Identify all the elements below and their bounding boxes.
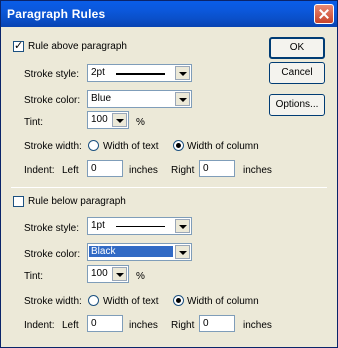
above-stroke-style-value: 2pt	[91, 67, 105, 78]
chevron-down-icon[interactable]	[175, 245, 190, 259]
above-tint-select[interactable]: 100	[87, 111, 129, 129]
above-tint-label: Tint:	[24, 117, 44, 128]
rule-above-checkbox[interactable]	[13, 39, 24, 52]
above-stroke-color-select[interactable]: Blue	[87, 90, 192, 108]
below-stroke-style-label: Stroke style:	[24, 223, 80, 234]
paragraph-rules-dialog: Paragraph Rules OK Cancel Options... Rul…	[0, 0, 338, 348]
below-tint-percent: %	[136, 271, 145, 282]
above-indent-left-value: 0	[91, 163, 97, 174]
below-stroke-style-value: 1pt	[91, 220, 105, 231]
below-stroke-style-select[interactable]: 1pt	[87, 217, 192, 235]
below-indent-label: Indent:	[24, 320, 55, 331]
rule-above-label[interactable]: Rule above paragraph	[28, 41, 127, 52]
window-title: Paragraph Rules	[7, 7, 106, 21]
below-width-of-text-radio[interactable]	[88, 295, 99, 306]
cancel-button[interactable]: Cancel	[269, 62, 325, 84]
chevron-down-icon[interactable]	[112, 113, 127, 127]
below-left-label: Left	[62, 320, 79, 331]
title-bar[interactable]: Paragraph Rules	[1, 1, 337, 27]
above-tint-percent: %	[136, 117, 145, 128]
below-stroke-color-select[interactable]: Black	[87, 243, 192, 261]
below-stroke-color-value: Black	[89, 246, 173, 257]
below-right-label: Right	[171, 320, 195, 331]
below-tint-select[interactable]: 100	[87, 265, 129, 283]
above-right-inches: inches	[243, 165, 272, 176]
close-icon[interactable]	[314, 4, 334, 24]
above-right-label: Right	[171, 165, 195, 176]
below-width-of-column-label[interactable]: Width of column	[187, 296, 259, 307]
above-indent-label: Indent:	[24, 165, 55, 176]
ok-button[interactable]: OK	[269, 37, 325, 59]
below-tint-value: 100	[91, 268, 108, 279]
above-indent-left-input[interactable]: 0	[87, 160, 123, 177]
above-tint-value: 100	[91, 114, 108, 125]
below-indent-right-value: 0	[203, 318, 209, 329]
below-indent-left-value: 0	[91, 318, 97, 329]
above-left-inches: inches	[129, 165, 158, 176]
stroke-preview-line	[116, 73, 165, 75]
chevron-down-icon[interactable]	[175, 92, 190, 106]
above-width-of-column-radio[interactable]	[173, 140, 184, 151]
below-stroke-color-label: Stroke color:	[24, 249, 81, 260]
above-width-of-text-label[interactable]: Width of text	[103, 141, 159, 152]
below-width-of-text-label[interactable]: Width of text	[103, 296, 159, 307]
stroke-preview-line	[116, 226, 165, 227]
below-width-of-column-radio[interactable]	[173, 295, 184, 306]
above-left-label: Left	[62, 165, 79, 176]
options-button[interactable]: Options...	[269, 94, 325, 116]
chevron-down-icon[interactable]	[112, 267, 127, 281]
above-width-of-column-label[interactable]: Width of column	[187, 141, 259, 152]
above-indent-right-value: 0	[203, 163, 209, 174]
above-stroke-style-label: Stroke style:	[24, 69, 80, 80]
above-stroke-color-value: Blue	[91, 93, 112, 104]
above-indent-right-input[interactable]: 0	[199, 160, 235, 177]
chevron-down-icon[interactable]	[175, 219, 190, 233]
section-divider	[11, 187, 327, 188]
chevron-down-icon[interactable]	[175, 66, 190, 80]
above-stroke-style-select[interactable]: 2pt	[87, 64, 192, 82]
rule-below-checkbox[interactable]	[13, 196, 24, 207]
rule-below-label[interactable]: Rule below paragraph	[28, 196, 126, 207]
above-width-of-text-radio[interactable]	[88, 140, 99, 151]
below-tint-label: Tint:	[24, 271, 44, 282]
above-stroke-color-label: Stroke color:	[24, 95, 81, 106]
below-stroke-width-label: Stroke width:	[24, 296, 82, 307]
below-indent-left-input[interactable]: 0	[87, 315, 123, 332]
below-right-inches: inches	[243, 320, 272, 331]
below-indent-right-input[interactable]: 0	[199, 315, 235, 332]
below-left-inches: inches	[129, 320, 158, 331]
above-stroke-width-label: Stroke width:	[24, 141, 82, 152]
